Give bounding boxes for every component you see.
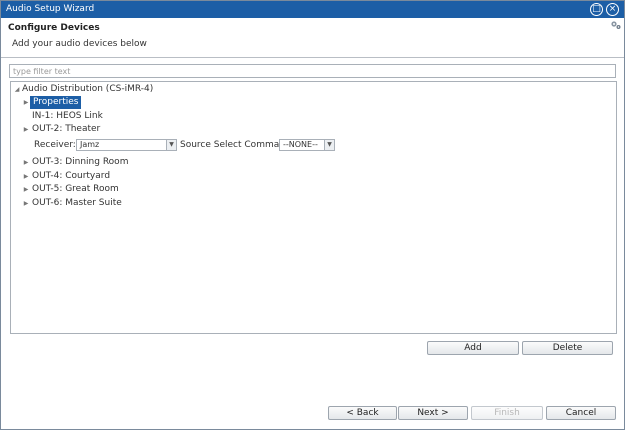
add-button[interactable]: Add — [427, 341, 519, 355]
receiver-label: Receiver: — [34, 140, 76, 150]
window-title: Audio Setup Wizard — [6, 4, 95, 14]
expand-arrow-icon[interactable]: ▶ — [22, 183, 30, 196]
source-command-label: Source Select Command: — [180, 140, 294, 150]
cancel-button[interactable]: Cancel — [546, 406, 616, 420]
tree-node-output[interactable]: OUT-6: Master Suite — [32, 197, 122, 210]
finish-button[interactable]: Finish — [471, 406, 543, 420]
expand-arrow-icon[interactable]: ▶ — [22, 170, 30, 183]
source-command-value: --NONE-- — [283, 140, 318, 149]
next-button[interactable]: Next > — [398, 406, 468, 420]
tree-node-output[interactable]: OUT-3: Dinning Room — [32, 156, 128, 169]
page-subtitle: Add your audio devices below — [12, 39, 147, 49]
tree-node-input[interactable]: IN-1: HEOS Link — [32, 110, 103, 123]
receiver-value: Jamz — [80, 140, 100, 149]
tree-node-output[interactable]: OUT-5: Great Room — [32, 183, 119, 196]
source-command-select[interactable]: --NONE-- ▼ — [279, 139, 335, 151]
chevron-down-icon[interactable]: ▼ — [324, 140, 334, 150]
wizard-window: Audio Setup Wizard □ × Configure Devices… — [0, 0, 625, 430]
expand-arrow-icon[interactable]: ▶ — [22, 96, 30, 109]
device-tree[interactable]: ◢ Audio Distribution (CS-iMR-4) ▶ Proper… — [10, 81, 617, 334]
page-title: Configure Devices — [8, 23, 100, 33]
tree-root-node[interactable]: Audio Distribution (CS-iMR-4) — [22, 83, 153, 96]
expand-arrow-icon[interactable]: ▶ — [22, 156, 30, 169]
wizard-header: Configure Devices Add your audio devices… — [1, 18, 624, 58]
title-bar: Audio Setup Wizard □ × — [1, 1, 624, 18]
filter-input[interactable] — [9, 64, 616, 78]
tree-node-output[interactable]: OUT-2: Theater — [32, 123, 100, 136]
tree-node-output[interactable]: OUT-4: Courtyard — [32, 170, 110, 183]
close-icon[interactable]: × — [606, 3, 619, 16]
settings-icon — [611, 21, 621, 29]
expand-arrow-icon[interactable]: ▶ — [22, 123, 30, 136]
tree-node-properties[interactable]: Properties — [30, 96, 82, 109]
receiver-select[interactable]: Jamz ▼ — [76, 139, 177, 151]
delete-button[interactable]: Delete — [522, 341, 613, 355]
collapse-arrow-icon[interactable]: ◢ — [13, 83, 21, 96]
chevron-down-icon[interactable]: ▼ — [166, 140, 176, 150]
restore-icon[interactable]: □ — [590, 3, 603, 16]
back-button[interactable]: < Back — [328, 406, 397, 420]
expand-arrow-icon[interactable]: ▶ — [22, 197, 30, 210]
